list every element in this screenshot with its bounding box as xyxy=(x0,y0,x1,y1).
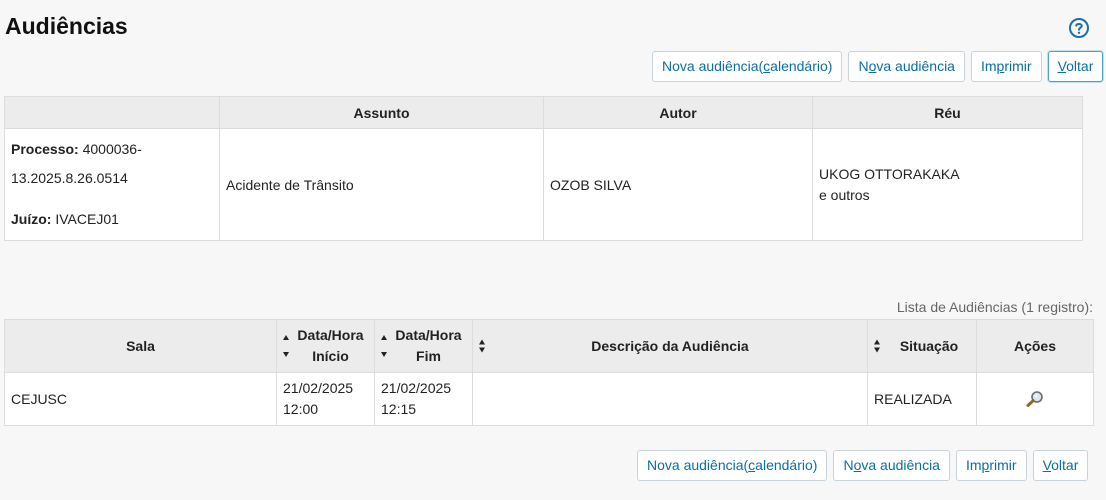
header-inicio[interactable]: Data/Hora Início xyxy=(276,319,375,373)
sort-icon[interactable] xyxy=(479,339,485,353)
header-situacao[interactable]: Situação xyxy=(867,319,977,373)
processo-number: 4000036- xyxy=(82,141,142,157)
reu-others: e outros xyxy=(819,186,870,203)
hearings-table: Sala Data/Hora Início Data/Hora Fim Descri… xyxy=(4,319,1094,426)
header-sala: Sala xyxy=(4,319,277,373)
reu-name: UKOG OTTORAKAKA xyxy=(819,165,960,182)
inicio-cell: 21/02/2025 12:00 xyxy=(276,372,375,426)
header-blank xyxy=(4,96,220,129)
acoes-cell xyxy=(976,372,1094,426)
sala-cell: CEJUSC xyxy=(4,372,277,426)
assunto-cell: Acidente de Trânsito xyxy=(219,128,544,241)
table-row: CEJUSC 21/02/2025 12:00 21/02/2025 12:15 R… xyxy=(4,372,1094,426)
header-acoes: Ações xyxy=(976,319,1094,373)
header-descricao[interactable]: Descrição da Audiência xyxy=(472,319,868,373)
print-button[interactable]: Imprimir xyxy=(955,450,1027,481)
new-hearing-button[interactable]: Nova audiência xyxy=(833,450,950,481)
print-button[interactable]: Imprimir xyxy=(970,51,1042,82)
header-reu: Réu xyxy=(812,96,1083,129)
new-hearing-calendar-button[interactable]: Nova audiência(calendário) xyxy=(637,450,828,481)
juizo-value: IVACEJ01 xyxy=(55,211,119,227)
autor-cell: OZOB SILVA xyxy=(543,128,813,241)
descricao-cell xyxy=(472,372,868,426)
sort-icon[interactable] xyxy=(283,335,289,357)
new-hearing-calendar-button[interactable]: Nova audiência(calendário) xyxy=(652,51,843,82)
list-caption: Lista de Audiências (1 registro): xyxy=(896,299,1093,315)
back-button[interactable]: Voltar xyxy=(1047,51,1104,82)
header-fim[interactable]: Data/Hora Fim xyxy=(374,319,473,373)
reu-cell: UKOG OTTORAKAKA e outros xyxy=(812,128,1083,241)
sort-icon[interactable] xyxy=(874,339,880,353)
magnifier-icon[interactable] xyxy=(1025,390,1045,408)
juizo-label: Juízo: xyxy=(11,211,52,227)
sort-icon[interactable] xyxy=(381,335,387,357)
process-info-table: Assunto Autor Réu Processo: 4000036- 13.… xyxy=(4,96,1083,241)
back-button[interactable]: Voltar xyxy=(1032,450,1089,481)
fim-cell: 21/02/2025 12:15 xyxy=(374,372,473,426)
header-autor: Autor xyxy=(543,96,813,129)
help-icon[interactable] xyxy=(1068,17,1090,39)
process-cell: Processo: 4000036- 13.2025.8.26.0514 Juí… xyxy=(4,128,220,241)
page-title: Audiências xyxy=(5,13,128,39)
bottom-toolbar: Nova audiência(calendário) Nova audiênci… xyxy=(637,450,1089,481)
header-assunto: Assunto xyxy=(219,96,544,129)
processo-number-cont: 13.2025.8.26.0514 xyxy=(11,170,128,186)
processo-label: Processo: xyxy=(11,141,79,157)
top-toolbar: Nova audiência(calendário) Nova audiênci… xyxy=(652,51,1104,82)
situacao-cell: REALIZADA xyxy=(867,372,977,426)
new-hearing-button[interactable]: Nova audiência xyxy=(848,51,965,82)
